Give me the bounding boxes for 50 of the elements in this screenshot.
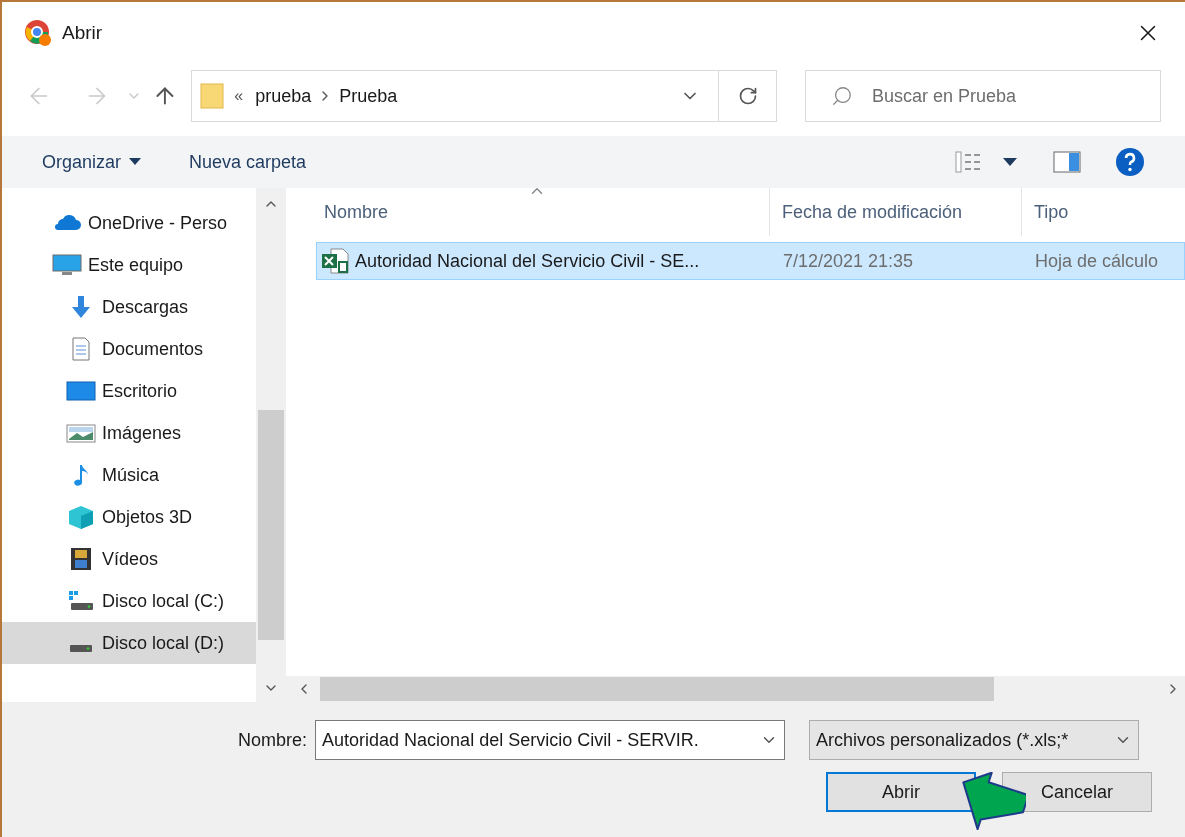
desktop-icon — [66, 379, 96, 403]
dialog-button[interactable]: Cancelar — [1002, 772, 1152, 812]
caret-icon[interactable] — [1003, 158, 1017, 166]
file-type-dropdown[interactable]: Archivos personalizados (*.xls;* — [809, 720, 1140, 760]
app-icon — [24, 19, 52, 47]
preview-pane-icon[interactable] — [1053, 151, 1081, 173]
sidebar-item[interactable]: Imágenes — [2, 412, 256, 454]
dialog-button[interactable]: Abrir — [826, 772, 976, 812]
sidebar-item[interactable]: Música — [2, 454, 256, 496]
column-header[interactable]: Fecha de modificación — [770, 188, 1022, 236]
file-name: Autoridad Nacional del Servicio Civil - SE... — [355, 249, 700, 273]
sidebar-item[interactable]: Disco local (C:) — [2, 580, 256, 622]
refresh-icon — [737, 86, 758, 106]
sidebar-item[interactable]: Objetos 3D — [2, 496, 256, 538]
path-segment[interactable]: Prueba — [339, 82, 398, 110]
file-name-field[interactable]: Autoridad Nacional del Servicio Civil - SERVIR. — [315, 720, 786, 760]
sidebar-item[interactable]: Escritorio — [2, 370, 256, 412]
column-header[interactable]: Nombre — [316, 188, 770, 236]
file-name-label: Nombre: — [238, 728, 308, 752]
vertical-scrollbar[interactable] — [256, 188, 286, 702]
search-field[interactable]: Buscar en Prueba — [805, 70, 1161, 122]
search-icon — [831, 85, 853, 107]
monitor-icon — [52, 253, 82, 277]
image-icon — [66, 421, 96, 445]
sidebar-item[interactable]: Descargas — [2, 286, 256, 328]
spreadsheet-icon — [321, 248, 349, 274]
new-folder-button[interactable]: Nueva carpeta — [189, 148, 307, 176]
sidebar-item[interactable]: OneDrive - Perso — [2, 202, 256, 244]
sidebar-item[interactable]: Este equipo — [2, 244, 256, 286]
caret-icon — [129, 158, 142, 166]
organize-button[interactable]: Organizar — [42, 148, 142, 176]
cube-icon — [66, 505, 96, 529]
horizontal-scrollbar[interactable] — [286, 676, 1185, 702]
sidebar-item[interactable]: Vídeos — [2, 538, 256, 580]
help-icon[interactable] — [1115, 147, 1145, 177]
sidebar-item[interactable]: Documentos — [2, 328, 256, 370]
folder-icon — [200, 82, 225, 110]
scrollbar-thumb[interactable] — [258, 410, 284, 640]
window-title: Abrir — [62, 20, 103, 45]
address-bar[interactable]: « prueba Prueba — [191, 70, 777, 122]
drive-icon — [70, 645, 92, 652]
file-row[interactable]: Autoridad Nacional del Servicio Civil - SE... 7/12/2021 21:35 Hoja de cálculo — [316, 242, 1185, 280]
path-segment[interactable]: prueba — [255, 82, 312, 110]
scrollbar-thumb[interactable] — [320, 677, 994, 701]
sidebar-item[interactable]: Disco local (D:) — [2, 622, 256, 664]
file-type: Hoja de cálculo — [1034, 249, 1159, 273]
overflow-chevron: « — [234, 86, 244, 106]
drive-icon — [66, 589, 96, 613]
file-date: 7/12/2021 21:35 — [782, 249, 915, 273]
column-header[interactable]: Tipo — [1022, 188, 1185, 236]
